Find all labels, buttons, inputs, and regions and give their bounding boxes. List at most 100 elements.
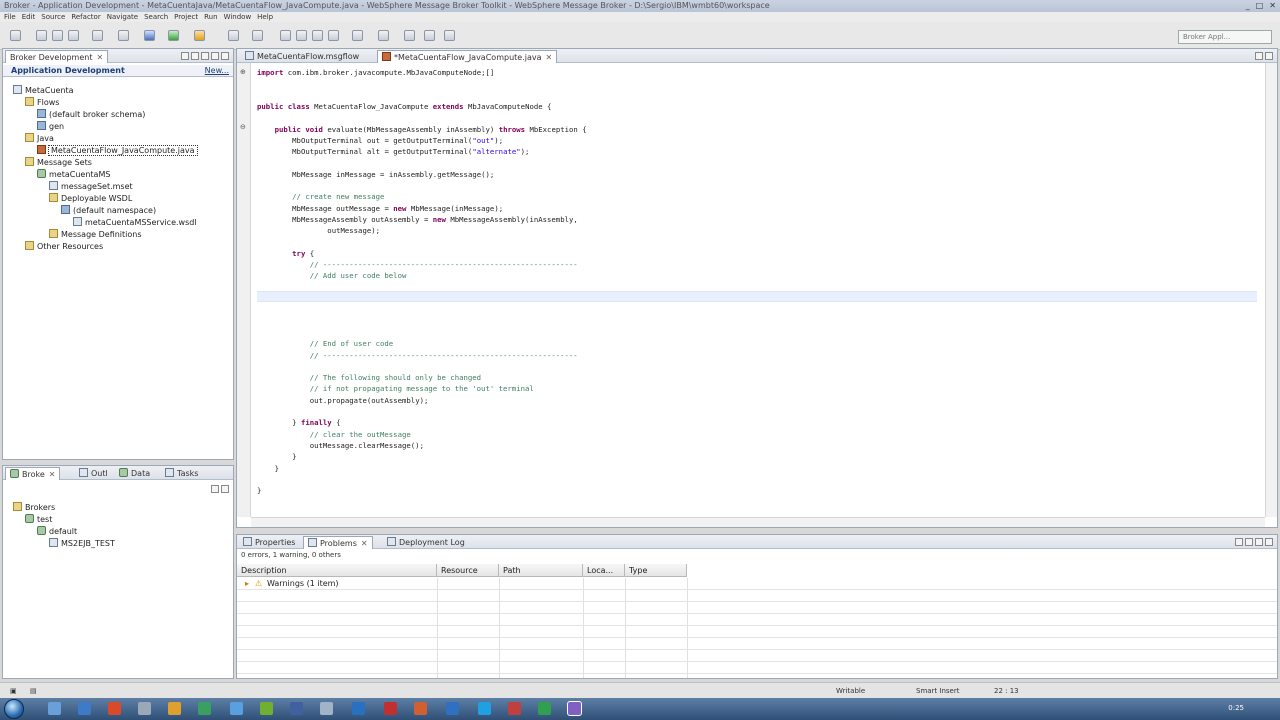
tree-item[interactable]: MetaCuenta <box>13 85 74 97</box>
tab-deployment-log[interactable]: Deployment Log <box>383 536 469 549</box>
menu-file[interactable]: File <box>4 12 16 22</box>
menu-navigate[interactable]: Navigate <box>107 12 138 22</box>
tree-item[interactable]: default <box>37 526 77 538</box>
minimize-view-icon[interactable] <box>1255 537 1263 546</box>
perspective-switcher[interactable]: Broker Appl... <box>1178 30 1272 44</box>
minimize-view-icon[interactable] <box>211 51 219 60</box>
refresh-icon[interactable] <box>211 484 219 493</box>
menu-window[interactable]: Window <box>224 12 252 22</box>
maximize-view-icon[interactable] <box>1265 537 1273 546</box>
fast-view-icon[interactable]: ▣ <box>10 683 17 699</box>
tree-item[interactable]: (default namespace) <box>61 205 156 217</box>
override-marker-icon[interactable]: ⊖ <box>240 123 246 131</box>
annotation-icon[interactable] <box>280 30 291 41</box>
column-type[interactable]: Type <box>625 564 687 577</box>
tree-item[interactable]: gen <box>37 121 64 133</box>
menu-search[interactable]: Search <box>144 12 168 22</box>
app-icon[interactable] <box>508 702 521 715</box>
app-icon[interactable] <box>320 702 333 715</box>
column-description[interactable]: Description <box>237 564 437 577</box>
app-icon[interactable] <box>260 702 273 715</box>
app-icon[interactable] <box>414 702 427 715</box>
tab-properties[interactable]: Properties <box>239 536 299 549</box>
tree-item[interactable]: Java <box>25 133 54 145</box>
horizontal-scrollbar[interactable] <box>251 517 1265 527</box>
tree-item[interactable]: Deployable WSDL <box>49 193 132 205</box>
app-icon[interactable] <box>352 702 365 715</box>
code-area[interactable]: import com.ibm.broker.javacompute.MbJava… <box>257 63 1257 517</box>
tree-item[interactable]: Message Sets <box>25 157 92 169</box>
ie-icon[interactable] <box>78 702 91 715</box>
app-icon[interactable] <box>446 702 459 715</box>
filter-icon[interactable] <box>1235 537 1243 546</box>
toggle-mark-icon[interactable] <box>296 30 307 41</box>
tree-item[interactable]: Flows <box>25 97 59 109</box>
tree-item[interactable]: MS2EJB_TEST <box>49 538 115 550</box>
new-icon[interactable] <box>10 30 21 41</box>
back-icon[interactable] <box>404 30 415 41</box>
menu-source[interactable]: Source <box>41 12 65 22</box>
menu-edit[interactable]: Edit <box>22 12 36 22</box>
last-edit-icon[interactable] <box>444 30 455 41</box>
external-tools-icon[interactable] <box>194 30 205 41</box>
tree-item[interactable]: metaCuentaMSService.wsdl <box>73 217 197 229</box>
forward-icon[interactable] <box>424 30 435 41</box>
menu-help[interactable]: Help <box>257 12 273 22</box>
media-icon[interactable] <box>108 702 121 715</box>
close-button[interactable]: ✕ <box>1269 0 1276 12</box>
build-icon[interactable] <box>118 30 129 41</box>
close-icon[interactable]: ✕ <box>49 470 56 479</box>
app-icon[interactable] <box>384 702 397 715</box>
close-icon[interactable]: ✕ <box>361 539 368 548</box>
menu-refactor[interactable]: Refactor <box>71 12 100 22</box>
new-link[interactable]: New... <box>205 66 229 75</box>
tab-problems[interactable]: Problems ✕ <box>303 536 373 549</box>
column-location[interactable]: Loca... <box>583 564 625 577</box>
app-icon[interactable] <box>538 702 551 715</box>
menu-run[interactable]: Run <box>204 12 217 22</box>
app-icon[interactable] <box>290 702 303 715</box>
folder-icon[interactable] <box>168 702 181 715</box>
link-editor-icon[interactable] <box>191 51 199 60</box>
tree-item[interactable]: metaCuentaMS <box>37 169 110 181</box>
save-icon[interactable] <box>36 30 47 41</box>
tab-outline[interactable]: Outl <box>75 467 112 480</box>
view-menu-icon[interactable] <box>1245 537 1253 546</box>
open-type-icon[interactable] <box>228 30 239 41</box>
tree-item[interactable]: Other Resources <box>25 241 103 253</box>
tree-item[interactable]: test <box>25 514 52 526</box>
tree-item[interactable]: MetaCuentaFlow_JavaCompute.java <box>37 145 198 157</box>
start-button[interactable] <box>4 699 24 719</box>
tab-brokers[interactable]: Broke ✕ <box>5 467 61 480</box>
close-icon[interactable]: ✕ <box>96 53 103 62</box>
table-row[interactable]: ▸ ⚠ Warnings (1 item) <box>237 578 1277 590</box>
collapse-all-icon[interactable] <box>181 51 189 60</box>
tab-broker-development[interactable]: Broker Development ✕ <box>5 50 109 63</box>
menu-project[interactable]: Project <box>174 12 198 22</box>
minimize-editor-icon[interactable] <box>1255 51 1263 60</box>
prev-annotation-icon[interactable] <box>378 30 389 41</box>
close-icon[interactable]: ✕ <box>546 53 553 62</box>
debug-icon[interactable] <box>144 30 155 41</box>
show-whitespace-icon[interactable] <box>312 30 323 41</box>
next-annotation-icon[interactable] <box>352 30 363 41</box>
column-path[interactable]: Path <box>499 564 583 577</box>
fold-icon[interactable]: ⊕ <box>240 68 246 76</box>
save-all-icon[interactable] <box>52 30 63 41</box>
explorer-icon[interactable] <box>48 702 61 715</box>
view-menu-icon[interactable] <box>221 484 229 493</box>
minimize-button[interactable]: _ <box>1246 0 1250 12</box>
expand-icon[interactable]: ▸ <box>245 578 249 590</box>
column-resource[interactable]: Resource <box>437 564 499 577</box>
search-icon[interactable] <box>252 30 263 41</box>
maximize-button[interactable]: □ <box>1256 0 1264 12</box>
tree-item[interactable]: (default broker schema) <box>37 109 145 121</box>
app-icon[interactable] <box>198 702 211 715</box>
maximize-editor-icon[interactable] <box>1265 51 1273 60</box>
app-icon[interactable] <box>478 702 491 715</box>
app-icon[interactable] <box>230 702 243 715</box>
view-menu-icon[interactable] <box>201 51 209 60</box>
block-selection-icon[interactable] <box>328 30 339 41</box>
tree-item[interactable]: Message Definitions <box>49 229 142 241</box>
tree-item[interactable]: Brokers <box>13 502 55 514</box>
